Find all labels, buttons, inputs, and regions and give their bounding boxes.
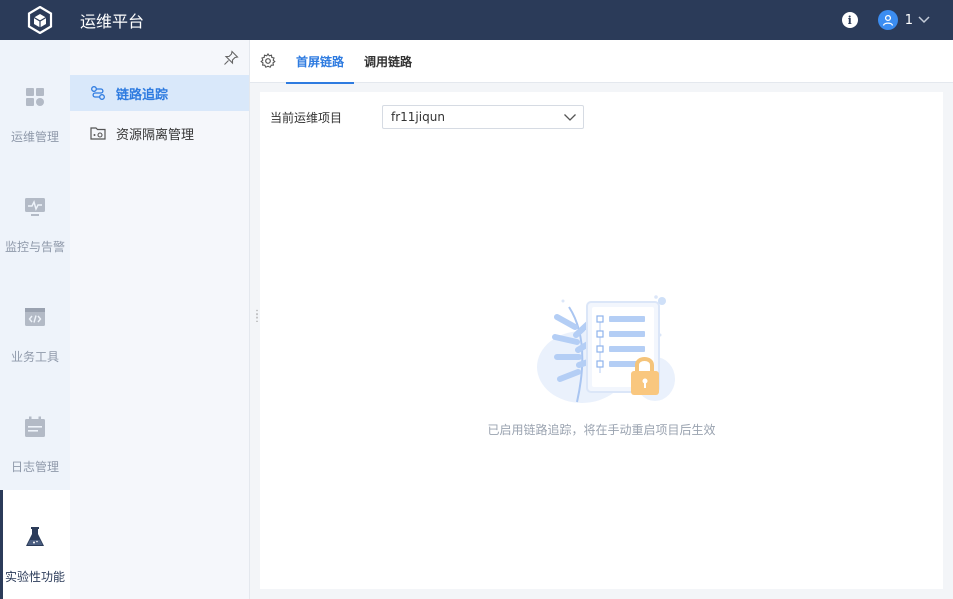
rail-item-label: 实验性功能 — [4, 570, 65, 584]
rail-item-ops[interactable]: 运维管理 — [0, 50, 70, 160]
tab-call-trace[interactable]: 调用链路 — [354, 40, 422, 83]
top-bar: 运维平台 i 1 — [0, 0, 953, 40]
locked-document-illustration — [536, 295, 675, 403]
sub-item-resource-isolation[interactable]: 资源隔离管理 — [70, 115, 249, 151]
grid-apps-icon — [25, 86, 45, 108]
chevron-down-icon — [564, 114, 576, 121]
empty-state: 已启用链路追踪，将在手动重启项目后生效 — [260, 287, 943, 438]
calendar-log-icon — [24, 416, 46, 438]
tab-bar: 首屏链路 调用链路 — [250, 40, 953, 84]
user-name: 1 — [904, 12, 913, 28]
rail-item-label: 监控与告警 — [4, 240, 65, 254]
project-label: 当前运维项目 — [270, 110, 343, 125]
code-window-icon — [24, 306, 46, 328]
project-select[interactable]: fr11jiqun — [382, 105, 584, 129]
user-menu[interactable]: 1 — [877, 10, 931, 30]
info-icon[interactable]: i — [841, 12, 858, 28]
left-rail: 运维管理 监控与告警 业务工具 日志管理 实验性功能 — [0, 40, 70, 599]
rail-item-tools[interactable]: 业务工具 — [0, 270, 70, 380]
rail-item-monitor[interactable]: 监控与告警 — [0, 160, 70, 270]
rail-item-label: 运维管理 — [10, 130, 59, 144]
user-avatar-icon — [877, 10, 898, 30]
sub-item-link-trace[interactable]: 链路追踪 — [70, 75, 249, 111]
project-form-row: 当前运维项目 fr11jiqun — [270, 105, 584, 129]
rail-item-experimental[interactable]: 实验性功能 — [0, 490, 70, 599]
content-card: 当前运维项目 fr11jiqun 已启用链路追踪，将在手动重启项目后生效 — [260, 92, 943, 589]
rail-item-label: 业务工具 — [10, 350, 59, 364]
folder-gear-icon — [90, 125, 106, 141]
project-select-value: fr11jiqun — [391, 110, 445, 124]
pin-icon[interactable] — [223, 50, 239, 66]
main-content: ⋮ ⋮ 首屏链路 调用链路 当前运维项目 fr11jiqun 已启用链路追踪，将… — [250, 40, 953, 599]
rail-item-logs[interactable]: 日志管理 — [0, 380, 70, 490]
monitor-pulse-icon — [24, 196, 46, 218]
sub-item-label: 资源隔离管理 — [116, 127, 195, 143]
cube-logo-icon[interactable] — [20, 0, 60, 40]
chevron-down-icon — [918, 16, 930, 24]
tab-first-screen-trace[interactable]: 首屏链路 — [286, 40, 355, 84]
sub-item-label: 链路追踪 — [116, 87, 169, 103]
app-title: 运维平台 — [80, 12, 145, 31]
gear-icon[interactable] — [260, 53, 276, 69]
flask-icon — [25, 526, 45, 548]
link-trace-icon — [90, 85, 106, 101]
sub-navigation: 链路追踪 资源隔离管理 — [70, 40, 250, 599]
empty-state-message: 已启用链路追踪，将在手动重启项目后生效 — [487, 423, 716, 437]
rail-item-label: 日志管理 — [10, 460, 59, 474]
